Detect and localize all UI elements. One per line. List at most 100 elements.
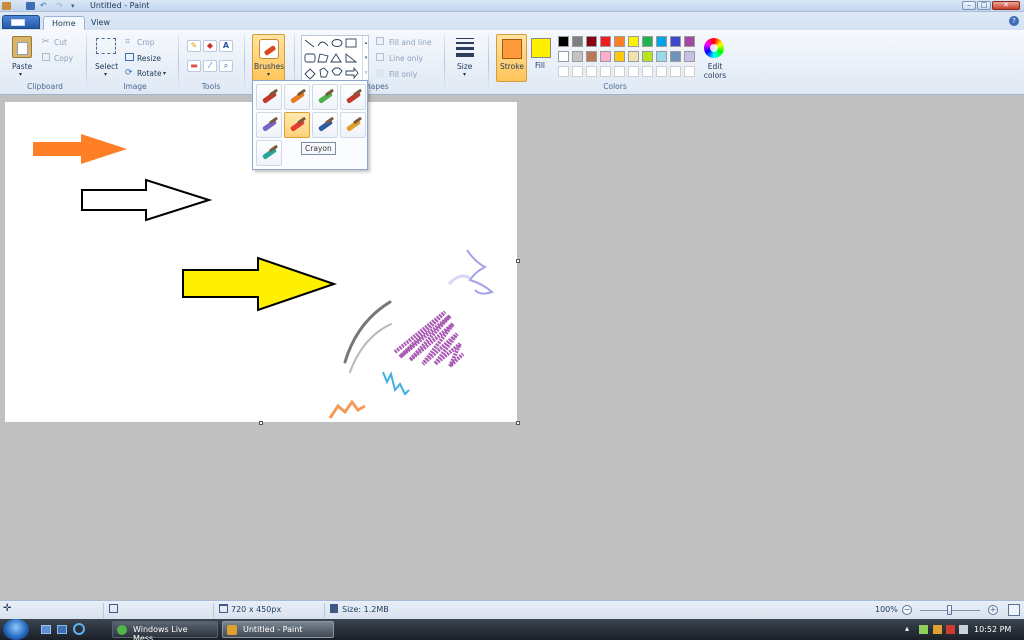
color-swatch[interactable] [600, 66, 611, 77]
paint-app-icon[interactable] [2, 2, 11, 10]
resize-handle-corner[interactable] [516, 421, 520, 425]
rotate-dropdown-arrow[interactable]: ▾ [163, 70, 166, 77]
edit-colors-icon[interactable] [704, 38, 724, 58]
size-icon[interactable] [456, 38, 474, 57]
crop-button[interactable]: Crop [137, 38, 155, 47]
close-button[interactable]: ✕ [992, 1, 1020, 10]
color-swatch[interactable] [684, 36, 695, 47]
color-swatch[interactable] [586, 36, 597, 47]
text-tool-icon[interactable]: A [219, 40, 233, 52]
clock[interactable]: 10:52 PM [974, 625, 1011, 634]
color-swatch[interactable] [628, 51, 639, 62]
copy-button[interactable]: Copy [54, 54, 73, 63]
watercolor-brush-icon[interactable] [256, 140, 282, 166]
paste-icon[interactable] [12, 36, 32, 58]
color-swatch[interactable] [642, 51, 653, 62]
zoom-slider-thumb[interactable] [947, 605, 952, 615]
eraser-icon[interactable]: ▬ [187, 60, 201, 72]
cut-button[interactable]: Cut [54, 38, 67, 47]
color-swatch[interactable] [572, 51, 583, 62]
fill-bucket-icon[interactable]: ◆ [203, 40, 217, 52]
color-swatch[interactable] [558, 36, 569, 47]
color-swatch[interactable] [642, 36, 653, 47]
color-swatch[interactable] [670, 66, 681, 77]
internet-explorer-icon[interactable] [73, 623, 85, 635]
color-swatch[interactable] [600, 51, 611, 62]
color-swatch[interactable] [670, 51, 681, 62]
fill-and-line-option[interactable]: Fill and line [389, 38, 431, 47]
resize-handle-bottom[interactable] [259, 421, 263, 425]
shapes-gallery[interactable]: ▴ ▾ ▿ [301, 35, 369, 81]
stroke-button[interactable]: Stroke [496, 34, 527, 82]
brush-icon[interactable] [256, 84, 282, 110]
edit-colors-button[interactable]: Edit colors [702, 62, 728, 80]
zoom-out-button[interactable]: − [902, 605, 912, 615]
select-icon[interactable] [96, 38, 116, 54]
color-swatch[interactable] [600, 36, 611, 47]
resize-button[interactable]: Resize [137, 54, 161, 63]
select-dropdown-arrow[interactable]: ▾ [104, 71, 107, 78]
color-swatch[interactable] [558, 66, 569, 77]
maximize-button[interactable]: □ [977, 1, 991, 10]
color-swatch[interactable] [670, 36, 681, 47]
crayon-icon[interactable] [284, 112, 310, 138]
color-swatch[interactable] [656, 36, 667, 47]
fit-to-window-button[interactable] [1008, 604, 1020, 616]
paste-dropdown-arrow[interactable]: ▾ [19, 71, 22, 78]
shapes-scroll[interactable]: ▴ ▾ ▿ [362, 36, 369, 81]
natural-pencil-icon[interactable] [340, 112, 366, 138]
calligraphy-brush-1-icon[interactable] [284, 84, 310, 110]
color-swatch[interactable] [558, 51, 569, 62]
calligraphy-brush-2-icon[interactable] [312, 84, 338, 110]
color-swatch[interactable] [614, 66, 625, 77]
color-swatch[interactable] [684, 51, 695, 62]
color-swatch[interactable] [572, 66, 583, 77]
color-swatch[interactable] [586, 51, 597, 62]
color-swatch[interactable] [628, 36, 639, 47]
help-icon[interactable]: ? [1009, 16, 1019, 26]
network-warning-icon[interactable] [946, 625, 955, 634]
color-swatch[interactable] [586, 66, 597, 77]
undo-icon[interactable]: ↶ [40, 2, 49, 10]
color-swatch[interactable] [684, 66, 695, 77]
color-swatch[interactable] [572, 36, 583, 47]
color-swatch[interactable] [642, 66, 653, 77]
color-swatch[interactable] [628, 66, 639, 77]
size-button[interactable]: Size [457, 62, 472, 71]
color-swatch[interactable] [614, 51, 625, 62]
tray-show-hidden-icon[interactable]: ▴ [905, 624, 909, 633]
taskbar-button-messenger[interactable]: Windows Live Mess... [112, 621, 218, 640]
tab-view[interactable]: View [83, 16, 118, 30]
tray-app-icon[interactable] [933, 625, 942, 634]
volume-icon[interactable] [959, 625, 968, 634]
fill-color-swatch[interactable] [531, 38, 551, 58]
pencil-icon[interactable]: ✎ [187, 40, 201, 52]
select-button[interactable]: Select [95, 62, 118, 71]
color-swatch[interactable] [656, 66, 667, 77]
fill-button[interactable]: Fill [535, 61, 545, 70]
fill-only-option[interactable]: Fill only [389, 70, 417, 79]
marker-icon[interactable] [312, 112, 338, 138]
rotate-button[interactable]: Rotate [137, 69, 162, 78]
airbrush-icon[interactable] [340, 84, 366, 110]
start-button[interactable] [3, 619, 29, 640]
color-picker-icon[interactable]: ⁄ [203, 60, 217, 72]
show-desktop-icon[interactable] [41, 625, 51, 634]
brushes-button[interactable]: Brushes ▾ [252, 34, 285, 82]
minimize-button[interactable]: – [962, 1, 976, 10]
taskbar-button-paint[interactable]: Untitled - Paint [222, 621, 334, 638]
zoom-in-button[interactable]: + [988, 605, 998, 615]
switch-windows-icon[interactable] [57, 625, 67, 634]
color-swatch[interactable] [614, 36, 625, 47]
tab-home[interactable]: Home [43, 16, 85, 30]
customize-quick-access-icon[interactable]: ▾ [71, 2, 80, 10]
oil-brush-icon[interactable] [256, 112, 282, 138]
save-icon[interactable] [26, 2, 35, 10]
color-swatch[interactable] [656, 51, 667, 62]
paste-button[interactable]: Paste [12, 62, 32, 71]
line-only-option[interactable]: Line only [389, 54, 423, 63]
redo-icon[interactable]: ↷ [56, 2, 65, 10]
size-dropdown-arrow[interactable]: ▾ [463, 71, 466, 78]
paint-menu-button[interactable] [2, 15, 40, 29]
resize-handle-right[interactable] [516, 259, 520, 263]
